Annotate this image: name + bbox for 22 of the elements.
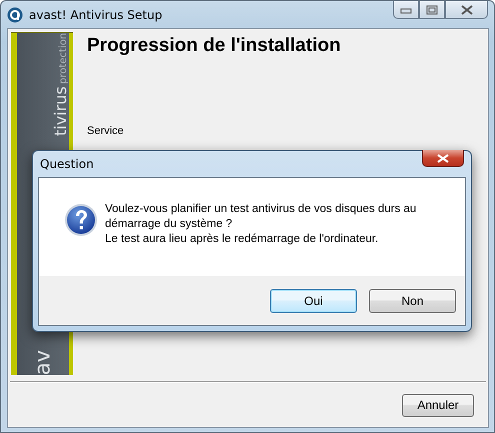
maximize-icon	[426, 4, 438, 14]
minimize-icon	[400, 6, 412, 14]
banner-text: protection	[59, 33, 69, 84]
close-button[interactable]	[422, 150, 464, 167]
no-button[interactable]: Non	[369, 288, 456, 312]
window-title: avast! Antivirus Setup	[29, 8, 162, 22]
close-icon	[460, 4, 472, 14]
yes-button[interactable]: Oui	[270, 288, 357, 312]
cancel-button[interactable]: Annuler	[402, 394, 474, 416]
minimize-button[interactable]	[393, 1, 419, 19]
status-label: Service	[87, 125, 125, 137]
page-heading: Progression de l'installation	[87, 35, 341, 57]
dialog-message: Voulez-vous planifier un test antivirus de vos disques durs au démarrage du système ?	[105, 202, 418, 232]
dialog-message: Le test aura lieu après le redémarrage de l'ordinateur.	[105, 232, 380, 247]
maximize-button[interactable]	[419, 1, 445, 19]
dialog-title: Question	[40, 157, 94, 171]
logo-text: av	[32, 350, 54, 375]
close-icon	[437, 154, 449, 162]
question-icon	[64, 203, 98, 237]
close-button[interactable]	[445, 1, 488, 19]
banner-text: tivirus	[53, 86, 69, 136]
logo-icon	[7, 6, 23, 22]
